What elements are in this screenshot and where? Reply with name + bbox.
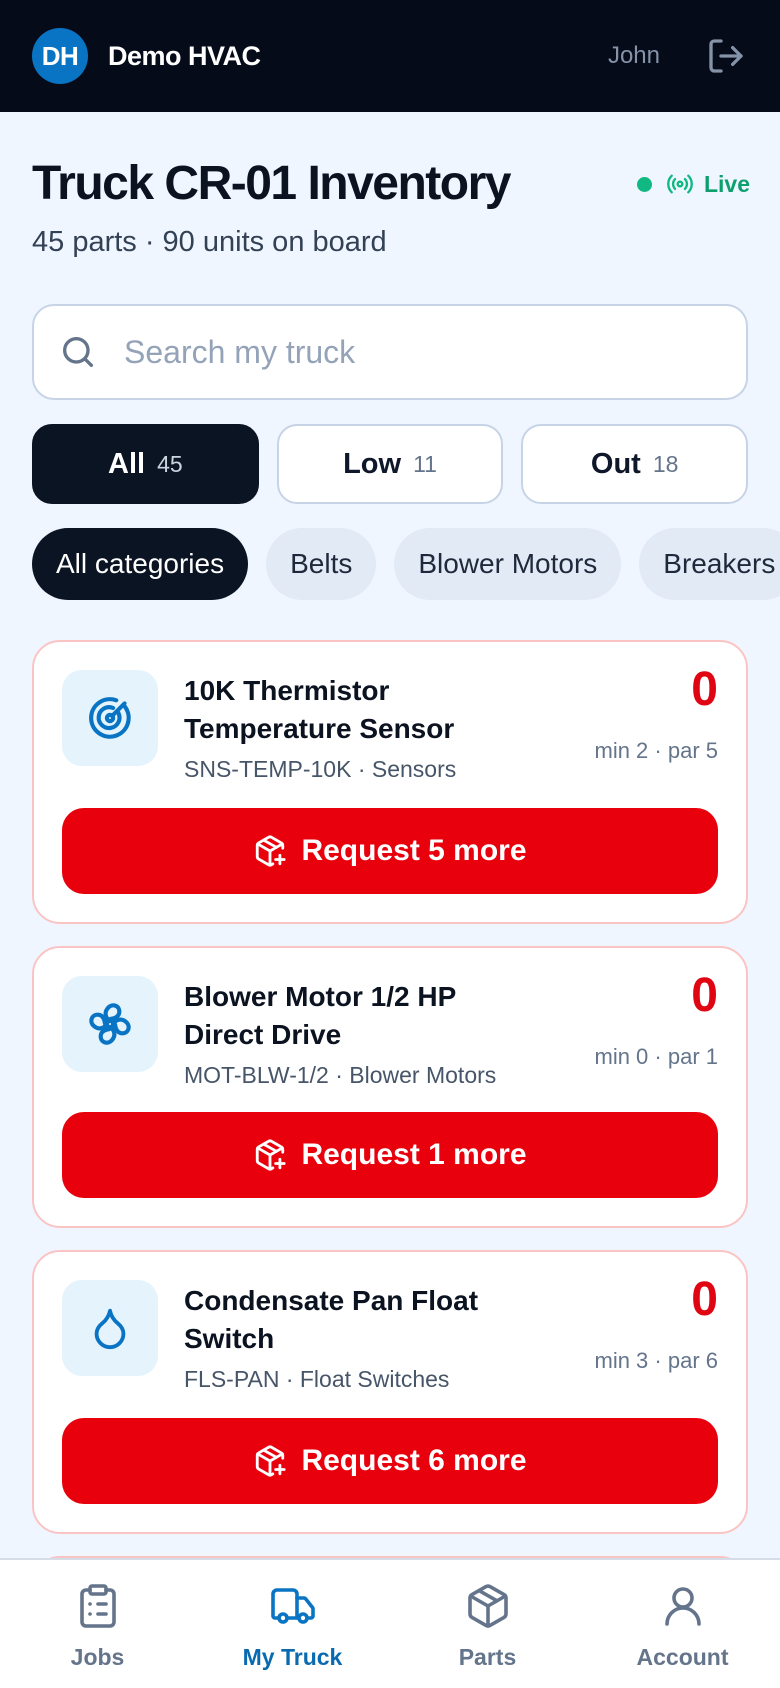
- chip-belts[interactable]: Belts: [266, 528, 377, 600]
- stock-filter-tabs: All 45 Low 11 Out 18: [32, 424, 749, 504]
- live-status: Live: [636, 170, 750, 198]
- box-icon: [467, 1584, 508, 1628]
- category-chips: All categories Belts Blower Motors Break…: [32, 528, 780, 600]
- filter-count: 45: [157, 450, 183, 477]
- inventory-card[interactable]: Condensate Pan Float Switch FLS-PAN · Fl…: [32, 1250, 748, 1534]
- sensor-icon: [89, 697, 131, 739]
- nav-parts[interactable]: Parts: [390, 1560, 585, 1688]
- inventory-summary: 45 parts · 90 units on board: [32, 226, 387, 258]
- inventory-card[interactable]: 10K Thermistor Temperature Sensor SNS-TE…: [32, 640, 748, 924]
- part-min-par: min 3 · par 6: [594, 1348, 719, 1373]
- nav-account[interactable]: Account: [585, 1560, 780, 1688]
- part-thumbnail: [62, 670, 158, 766]
- package-plus-icon: [256, 1445, 287, 1477]
- request-label: Request 6 more: [301, 1444, 527, 1477]
- package-plus-icon: [256, 835, 287, 867]
- request-button[interactable]: Request 1 more: [62, 1112, 718, 1198]
- nav-label: Account: [636, 1644, 729, 1670]
- live-dot: [636, 176, 652, 192]
- clipboard-icon: [79, 1584, 116, 1628]
- part-thumbnail: [62, 976, 158, 1072]
- user-icon: [664, 1587, 701, 1626]
- part-name: Condensate Pan Float Switch: [184, 1285, 479, 1354]
- part-name: Blower Motor 1/2 HP Direct Drive: [184, 981, 456, 1050]
- part-quantity: 0: [691, 1273, 718, 1326]
- search-icon: [63, 337, 94, 367]
- part-thumbnail: [62, 1280, 158, 1376]
- chip-blower-motors[interactable]: Blower Motors: [394, 528, 622, 600]
- company-name: Demo HVAC: [108, 40, 261, 71]
- part-min-par: min 2 · par 5: [594, 738, 719, 763]
- truck-icon: [270, 1588, 315, 1624]
- part-meta: MOT-BLW-1/2 · Blower Motors: [184, 1062, 497, 1088]
- filter-label: All: [108, 447, 146, 480]
- filter-count: 18: [652, 450, 679, 477]
- nav-label: My Truck: [242, 1644, 343, 1670]
- nav-my-truck[interactable]: My Truck: [195, 1560, 390, 1688]
- inventory-card[interactable]: Blower Motor 1/2 HP Direct Drive MOT-BLW…: [32, 946, 748, 1228]
- nav-label: Jobs: [70, 1644, 125, 1670]
- filter-out[interactable]: Out 18: [521, 424, 749, 504]
- chip-breakers[interactable]: Breakers: [639, 528, 780, 600]
- request-button[interactable]: Request 6 more: [62, 1418, 718, 1504]
- logout-icon: [709, 39, 743, 73]
- filter-label: Out: [590, 447, 641, 480]
- package-plus-icon: [256, 1139, 287, 1171]
- part-min-par: min 0 · par 1: [594, 1044, 719, 1069]
- part-name: 10K Thermistor Temperature Sensor: [184, 675, 455, 744]
- search-input[interactable]: [124, 333, 746, 371]
- request-button[interactable]: Request 5 more: [62, 808, 718, 894]
- search-box[interactable]: [32, 304, 748, 400]
- part-meta: SNS-TEMP-10K · Sensors: [184, 756, 457, 782]
- filter-all[interactable]: All 45: [32, 424, 259, 504]
- page-title: Truck CR-01 Inventory: [32, 157, 511, 210]
- nav-label: Parts: [458, 1644, 517, 1670]
- chip-all-categories[interactable]: All categories: [32, 528, 249, 600]
- filter-count: 11: [413, 450, 437, 477]
- filter-label: Low: [343, 447, 402, 480]
- user-name: John: [607, 42, 660, 69]
- broadcast-icon: [667, 174, 693, 194]
- request-label: Request 5 more: [301, 834, 527, 867]
- logout-button[interactable]: [704, 34, 748, 78]
- live-label: Live: [703, 170, 750, 197]
- droplet-icon: [94, 1308, 126, 1350]
- part-quantity: 0: [691, 969, 718, 1022]
- top-bar: DH Demo HVAC John: [0, 0, 780, 112]
- nav-jobs[interactable]: Jobs: [0, 1560, 195, 1688]
- request-label: Request 1 more: [301, 1138, 527, 1171]
- part-quantity: 0: [691, 663, 718, 716]
- fan-icon: [89, 1003, 131, 1045]
- bottom-navigation: Jobs My Truck Parts Account: [0, 1558, 780, 1688]
- filter-low[interactable]: Low 11: [276, 424, 504, 504]
- company-logo: DH: [32, 28, 88, 84]
- part-meta: FLS-PAN · Float Switches: [184, 1366, 450, 1392]
